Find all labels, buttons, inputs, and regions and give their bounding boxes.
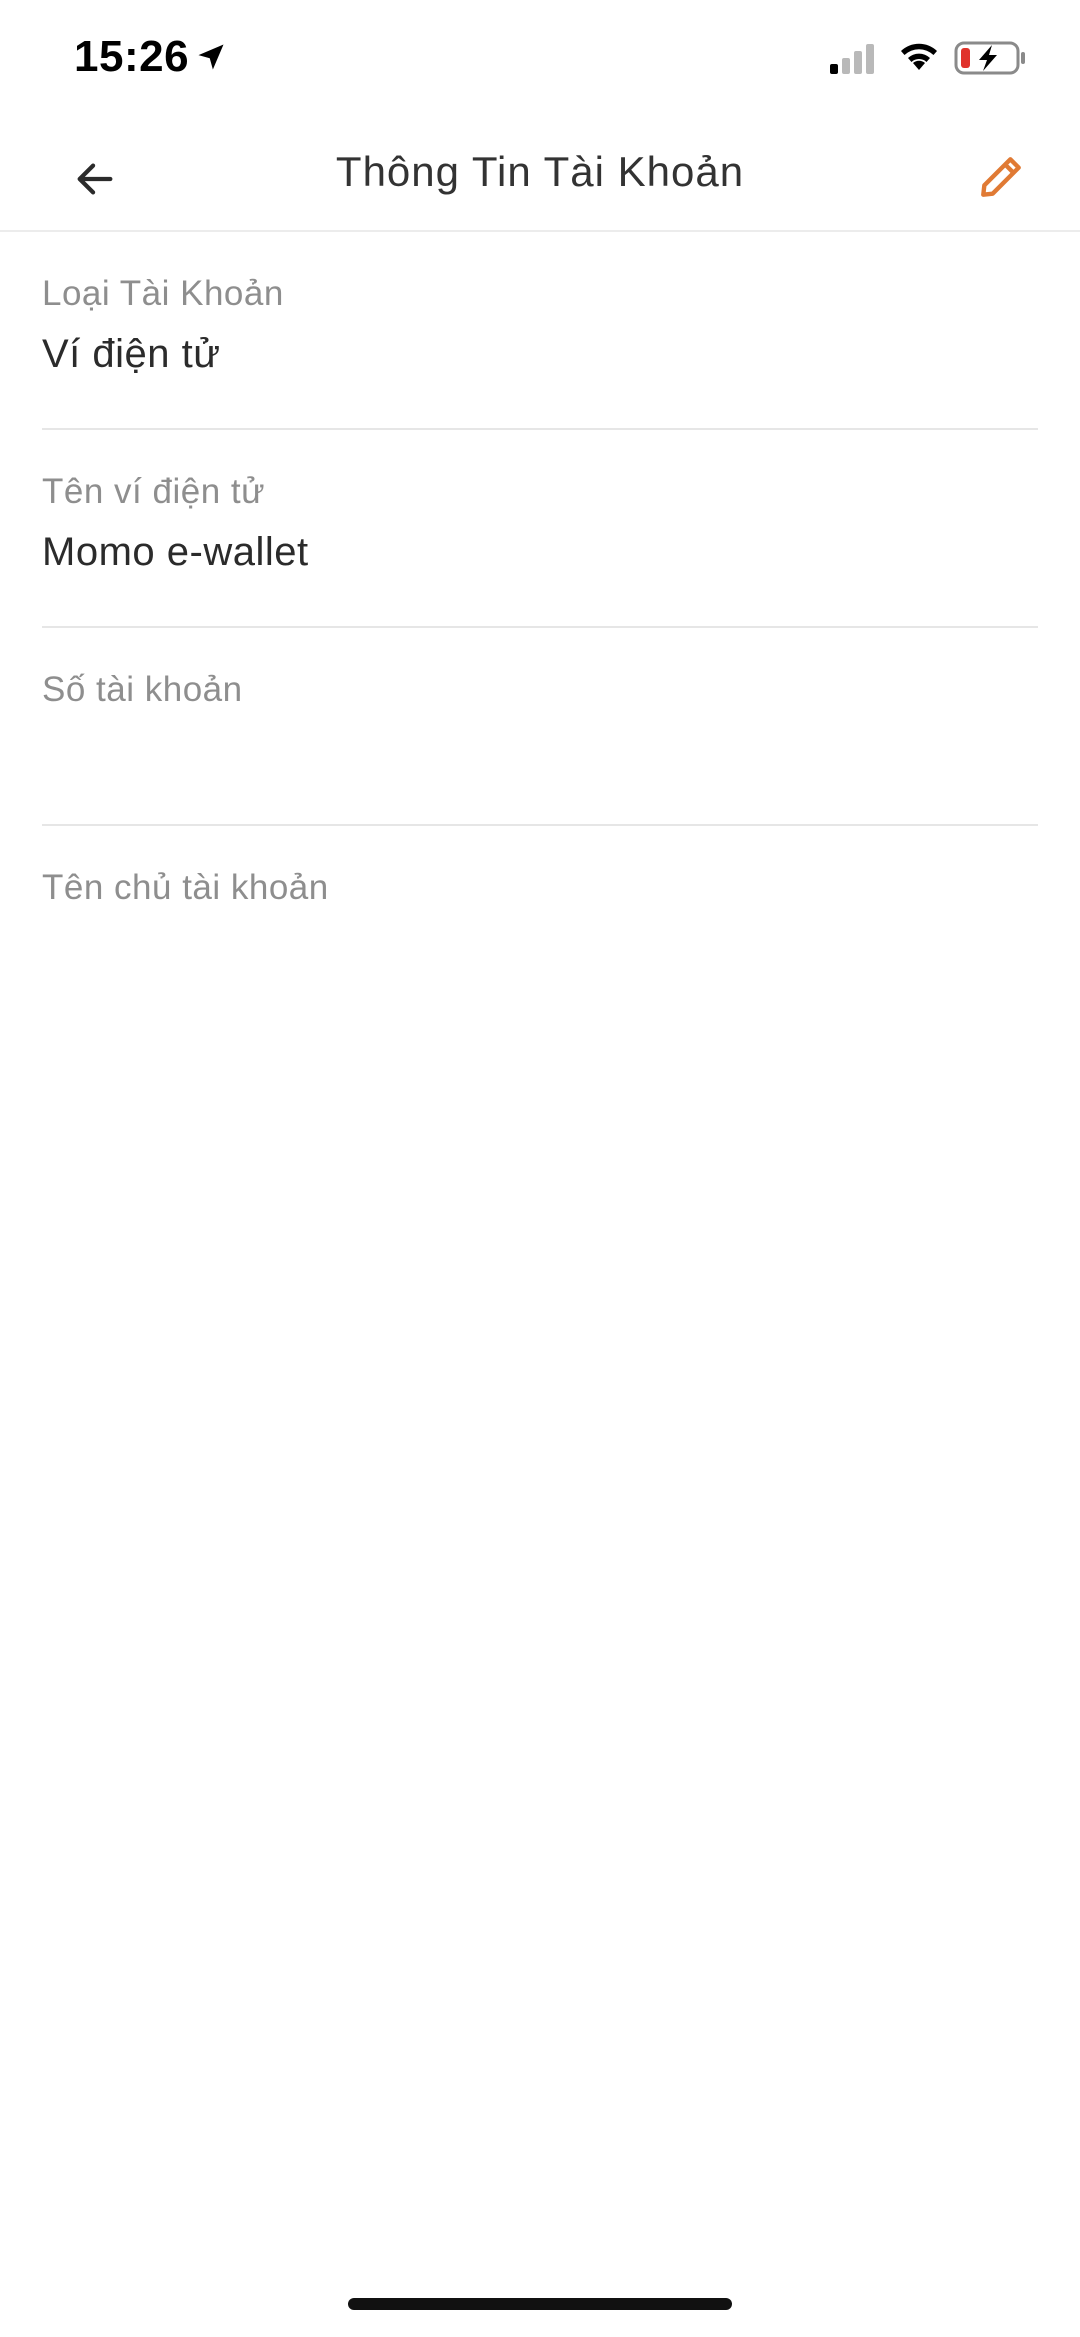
field-value: Momo e-wallet [42, 530, 309, 574]
field-account-number: Số tài khoản [42, 628, 1038, 826]
home-indicator[interactable] [348, 2298, 732, 2310]
page-title: Thông Tin Tài Khoản [335, 148, 745, 195]
field-label: Loại Tài Khoản [42, 274, 284, 313]
cellular-signal-icon [830, 44, 876, 74]
status-time: 15:26 [74, 32, 190, 81]
app-header: Thông Tin Tài Khoản [0, 120, 1080, 232]
field-label: Tên ví điện tử [42, 472, 266, 511]
pencil-icon [981, 157, 1021, 197]
account-fields: Loại Tài Khoản Ví điện tử Tên ví điện tử… [42, 232, 1038, 1024]
wifi-icon [898, 40, 940, 74]
field-label: Số tài khoản [42, 670, 243, 709]
field-account-holder: Tên chủ tài khoản [42, 826, 1038, 1024]
back-button[interactable] [60, 144, 130, 214]
field-label: Tên chủ tài khoản [42, 868, 329, 907]
field-wallet-name: Tên ví điện tử Momo e-wallet [42, 430, 1038, 628]
edit-button[interactable] [966, 142, 1036, 212]
battery-charging-icon [954, 40, 1026, 76]
status-bar: 15:26 [0, 0, 1080, 120]
location-arrow-icon [196, 42, 226, 72]
arrow-left-icon [77, 163, 113, 195]
account-info-screen: 15:26 Thông Tin Tài Khoản Loại Tài Khoản… [0, 0, 1080, 2337]
field-account-type: Loại Tài Khoản Ví điện tử [42, 232, 1038, 430]
field-value: Ví điện tử [42, 332, 221, 376]
